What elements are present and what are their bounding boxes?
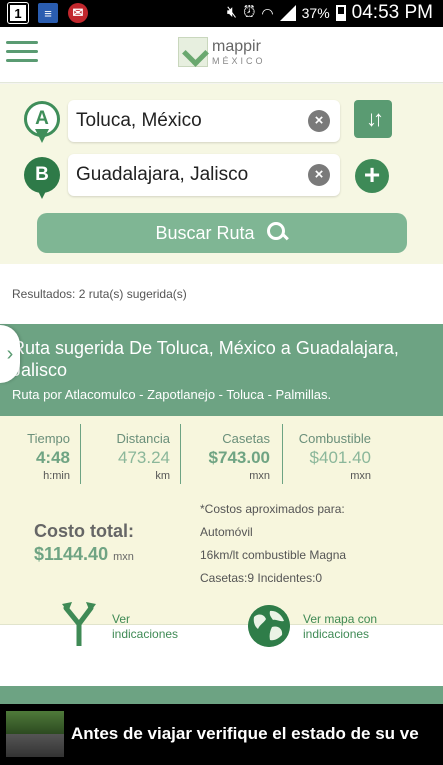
fuel-note: 16km/lt combustible Magna (200, 548, 347, 562)
destination-field[interactable]: × (68, 154, 340, 196)
next-route-card[interactable] (0, 686, 443, 704)
logo-subtitle: MÉXICO (212, 56, 266, 66)
search-icon (266, 222, 289, 244)
directions-icon[interactable] (62, 602, 96, 646)
swap-route-button[interactable]: ↓↑ (354, 100, 392, 138)
route-via: Ruta por Atlacomulco - Zapotlanejo - Tol… (12, 387, 332, 402)
view-map-link[interactable]: Ver mapa con indicaciones (303, 612, 377, 642)
tolls-incidents-note: Casetas:9 Incidentes:0 (200, 571, 323, 585)
vehicle-note: Automóvil (200, 525, 253, 539)
stat-tolls: Casetas $743.00 mxn (208, 431, 270, 482)
clock: 04:53 PM (351, 2, 433, 23)
route-title: Ruta sugerida De Toluca, México a Guadal… (12, 338, 399, 380)
stat-fuel: Combustible $401.40 mxn (298, 431, 371, 482)
destination-pin-icon: B (24, 157, 60, 203)
hamburger-menu-icon[interactable] (6, 41, 38, 67)
app-header: mappir MÉXICO (0, 27, 443, 83)
wifi-icon: ◠ (261, 4, 274, 21)
mappir-logo: mappir MÉXICO (178, 37, 266, 67)
app-notification-icon: ≡ (38, 3, 58, 23)
road-thumbnail (6, 711, 64, 757)
total-cost-value: $1144.40 mxn (34, 544, 134, 564)
clear-destination-icon[interactable]: × (308, 164, 330, 186)
advisory-banner[interactable]: Antes de viajar verifique el estado de s… (0, 704, 443, 765)
chat-notification-icon: ✉ (68, 3, 88, 23)
origin-pin-icon: A (24, 101, 60, 147)
route-card[interactable]: Ruta sugerida De Toluca, México a Guadal… (0, 324, 443, 647)
battery-icon (335, 5, 346, 21)
origin-field[interactable]: × (68, 100, 340, 142)
status-bar: 1 ≡ ✉ 🔇︎ ⏰︎ ◠ 37% 04:53 PM (0, 0, 443, 27)
signal-icon (279, 5, 296, 21)
add-stop-button[interactable]: + (355, 159, 389, 193)
origin-input[interactable] (76, 100, 300, 142)
cost-note: *Costos aproximados para: (200, 502, 345, 516)
globe-icon[interactable] (248, 605, 290, 647)
clear-origin-icon[interactable]: × (308, 110, 330, 132)
stat-time: Tiempo 4:48 h:min (27, 431, 70, 482)
results-area: Resultados: 2 ruta(s) sugerida(s) Ruta s… (0, 264, 443, 704)
destination-input[interactable] (76, 154, 300, 196)
results-count: Resultados: 2 ruta(s) sugerida(s) (12, 287, 187, 301)
search-route-button[interactable]: Buscar Ruta (37, 213, 407, 253)
search-route-label: Buscar Ruta (155, 222, 255, 243)
view-directions-link[interactable]: Ver indicaciones (112, 612, 178, 642)
chevron-right-icon: › (6, 343, 14, 365)
alarm-icon: ⏰︎ (242, 4, 256, 21)
calendar-notification-icon: 1 (7, 2, 29, 24)
battery-percent: 37% (301, 5, 330, 21)
swap-arrows-icon: ↓↑ (366, 106, 384, 131)
mute-icon: 🔇︎ (226, 4, 237, 21)
banner-text: Antes de viajar verifique el estado de s… (71, 724, 419, 743)
total-cost-label: Costo total: (34, 521, 134, 541)
logo-name: mappir (212, 38, 261, 55)
stat-distance: Distancia 473.24 km (116, 431, 170, 482)
route-card-header[interactable]: Ruta sugerida De Toluca, México a Guadal… (0, 324, 443, 416)
logo-mark-icon (178, 37, 208, 67)
